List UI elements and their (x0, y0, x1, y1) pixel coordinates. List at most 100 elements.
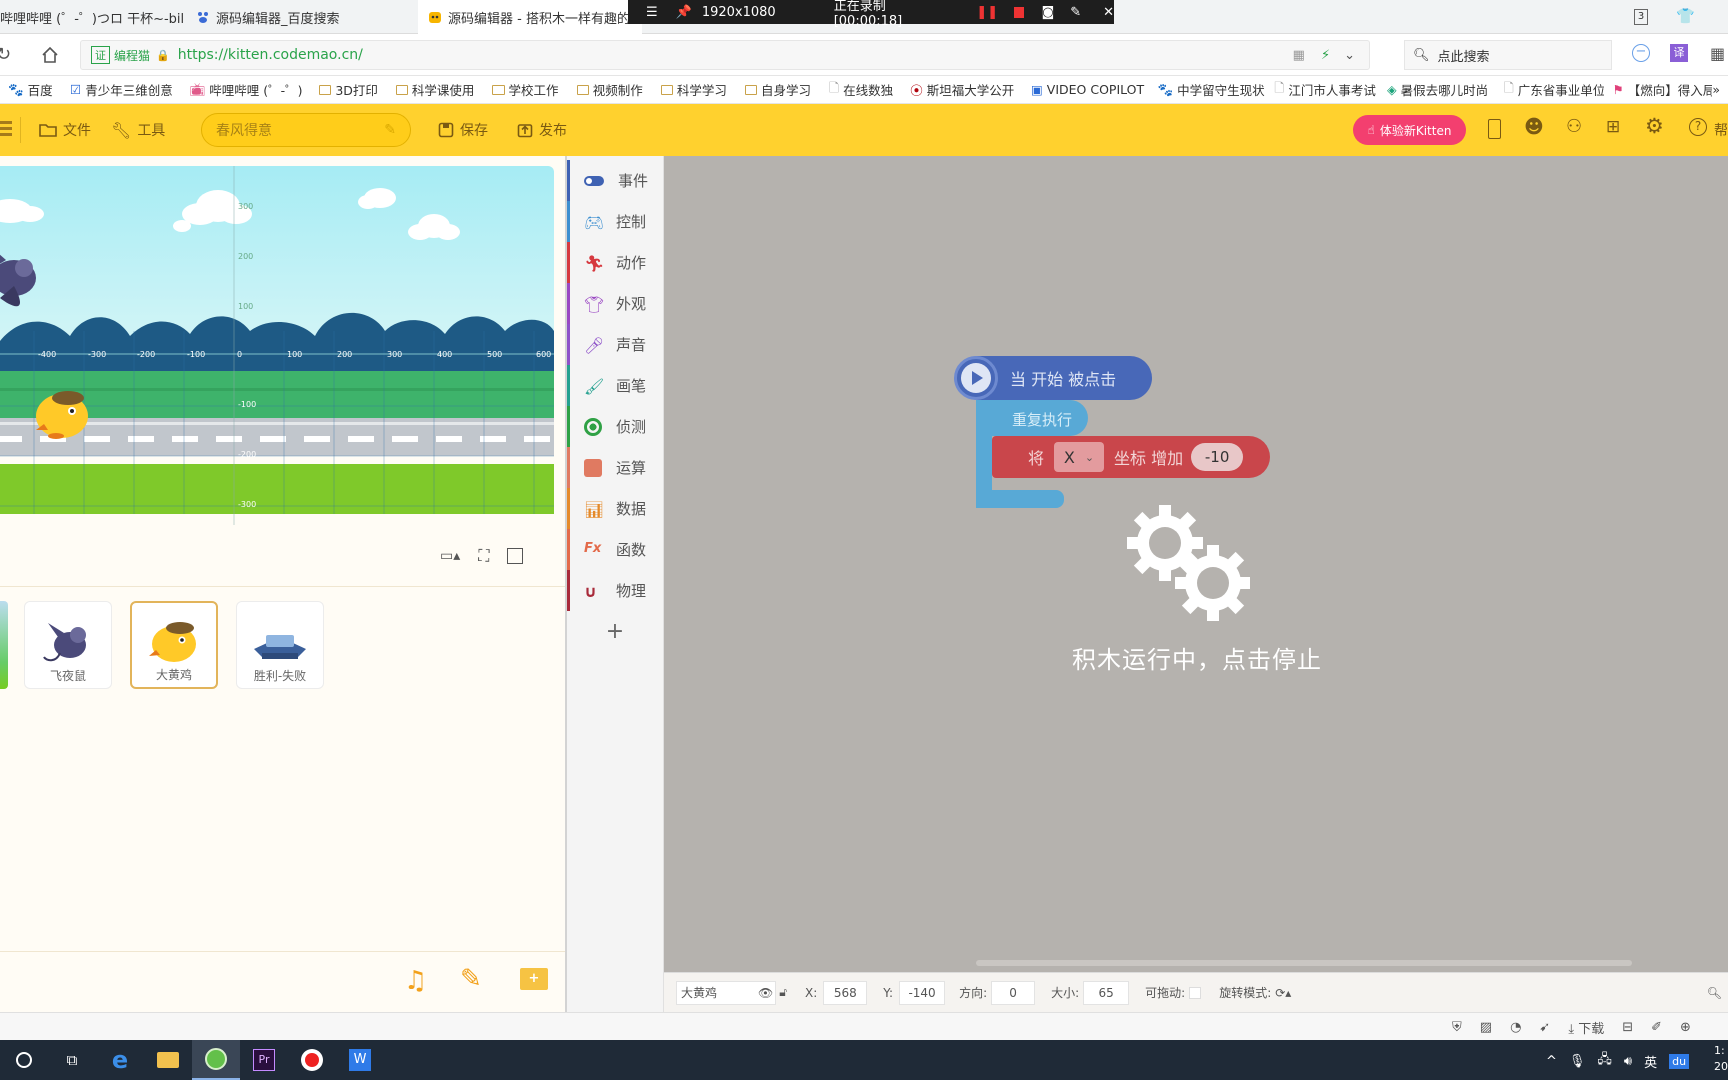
bookmark-item[interactable]: 🐾 中学留守生现状 (1149, 80, 1266, 99)
shield-icon[interactable]: ⛨ (1452, 1020, 1462, 1035)
zoom-out-icon[interactable]: 🔍︎ (1707, 986, 1722, 1000)
music-icon[interactable]: ♫ (404, 966, 427, 996)
running-stop-message[interactable]: 积木运行中，点击停止 (1072, 640, 1322, 675)
tab-baidu-search[interactable]: 源码编辑器_百度搜索 (186, 0, 414, 34)
bookmark-item[interactable]: 🗋 广东省事业单位 (1495, 79, 1604, 100)
category-operators[interactable]: 运算 (567, 447, 663, 488)
mic-icon[interactable]: 🎙︎ (1569, 1054, 1586, 1069)
gift-icon[interactable]: ⊞ (1606, 117, 1620, 137)
try-new-kitten-button[interactable]: ☝ 体验新Kitten (1353, 115, 1466, 145)
ime-indicator[interactable]: 英 (1644, 1052, 1657, 1071)
qr-icon[interactable]: ▦ (1293, 48, 1305, 63)
bookmark-item[interactable]: 📺︎ 哔哩哔哩 (゜-゜) (180, 80, 310, 99)
rotation-mode-dropdown[interactable]: ⟳▴ (1275, 986, 1291, 1000)
speed-icon[interactable]: ◔ (1510, 1020, 1521, 1035)
download-button[interactable]: ⤓ 下载 (1568, 1018, 1604, 1037)
pin-icon[interactable]: 📌 (676, 5, 692, 20)
url-box[interactable]: 证 编程猫 🔒 https://kitten.codemao.cn/ ▦ ⚡ ⌄ (80, 40, 1370, 70)
block-script[interactable]: 重复执行 当 开始 被点击 将 X ⌄ 坐标 增加 -10 (954, 356, 1270, 516)
translate-icon[interactable]: 译 (1670, 44, 1688, 62)
edge-button[interactable]: e (96, 1040, 144, 1080)
help-icon[interactable]: ? (1689, 118, 1707, 136)
shirt-icon[interactable]: 👕 (1676, 7, 1695, 25)
category-control[interactable]: 🎮︎ 控制 (567, 201, 663, 242)
axis-dropdown[interactable]: X ⌄ (1054, 442, 1105, 472)
bookmark-item[interactable]: 🗋 江门市人事考试 (1265, 79, 1378, 100)
category-sound[interactable]: 🎤︎ 声音 (567, 324, 663, 365)
file-menu-button[interactable]: 文件 (29, 120, 101, 140)
sprite-card[interactable]: 飞夜鼠 (24, 601, 112, 689)
category-functions[interactable]: Fx 函数 (567, 529, 663, 570)
background-thumb[interactable] (0, 601, 8, 689)
edit-icon[interactable]: ✐ (1651, 1020, 1662, 1035)
save-button[interactable]: 保存 (428, 120, 498, 140)
wps-button[interactable]: W (336, 1040, 384, 1080)
tools-menu-button[interactable]: 🔧︎ 工具 (101, 120, 175, 140)
running-gears-icon[interactable] (1120, 498, 1250, 628)
add-folder-icon[interactable]: + (520, 968, 548, 990)
tray-expand-icon[interactable]: ^ (1546, 1054, 1557, 1069)
kitten-face-icon[interactable]: ☻ (1524, 116, 1544, 138)
value-input[interactable]: -10 (1191, 443, 1244, 471)
close-recorder-icon[interactable]: ✕ (1103, 5, 1114, 20)
bookmark-folder[interactable]: 视频制作 (568, 80, 652, 99)
search-box[interactable]: 🔍︎ 点此搜索 (1404, 40, 1612, 70)
file-explorer-button[interactable] (144, 1040, 192, 1080)
reload-icon[interactable]: ↻ (0, 44, 11, 65)
x-field[interactable]: 568 (823, 980, 868, 1005)
help-label[interactable]: 帮 (1714, 120, 1728, 140)
grid-logo-icon[interactable] (0, 121, 12, 139)
chevron-down-icon[interactable]: ⌄ (1344, 48, 1355, 63)
apps-grid-icon[interactable]: ▦ (1710, 44, 1725, 63)
project-name-input[interactable]: 春风得意 ✎ (201, 113, 411, 147)
baidu-tray-icon[interactable]: du (1669, 1053, 1690, 1069)
tab-count-icon[interactable]: 3 (1634, 9, 1648, 25)
network-icon[interactable]: 🖧︎ (1597, 1050, 1612, 1072)
tab-codemao-editor[interactable]: 源码编辑器 - 搭积木一样有趣的 ✕ (418, 0, 642, 34)
more-bookmarks-icon[interactable]: » (1712, 82, 1720, 97)
bookmark-item[interactable]: ⦿ 斯坦福大学公开 (901, 80, 1022, 99)
task-view-button[interactable]: ⧉ (48, 1040, 96, 1080)
phone-icon[interactable] (1488, 119, 1501, 139)
home-icon[interactable] (40, 45, 60, 65)
unlock-icon[interactable]: 🔓︎ (779, 985, 787, 1000)
bookmark-item[interactable]: ☑ 青少年三维创意 (61, 80, 180, 99)
clock-date[interactable]: 202 (1714, 1059, 1728, 1075)
direction-field[interactable]: 0 (991, 980, 1036, 1005)
start-search-button[interactable] (0, 1040, 48, 1080)
code-workspace[interactable]: 重复执行 当 开始 被点击 将 X ⌄ 坐标 增加 -10 积木运行中，点击停止 (664, 156, 1728, 1012)
stop-icon[interactable] (1014, 6, 1024, 18)
tab-bilibili[interactable]: 哔哩哔哩 (゜-゜)つロ 干杯~-bili (0, 0, 183, 34)
bookmark-item[interactable]: 🗋 在线数独 (820, 79, 901, 100)
y-field[interactable]: -140 (899, 980, 946, 1005)
bookmark-folder[interactable]: 3D打印 (310, 80, 387, 99)
category-looks[interactable]: 👕︎ 外观 (567, 283, 663, 324)
add-category-button[interactable]: + (567, 611, 663, 651)
bookmark-item[interactable]: ▣ VIDEO COPILOT (1022, 82, 1149, 97)
bookmark-folder[interactable]: 科学学习 (652, 80, 736, 99)
bookmark-folder[interactable]: 学校工作 (483, 80, 567, 99)
bookmark-item[interactable]: ◈ 暑假去哪儿时尚 (1378, 80, 1495, 99)
stage-size-toggle-icon[interactable]: ▭▴ (440, 548, 460, 564)
category-sensing[interactable]: 侦测 (567, 406, 663, 447)
recorder-button[interactable] (288, 1040, 336, 1080)
bookmark-folder[interactable]: 科学课使用 (387, 80, 483, 99)
fullscreen-icon[interactable]: ⛶ (478, 546, 489, 566)
clock-time[interactable]: 1: (1714, 1043, 1728, 1059)
camera-icon[interactable]: ◙ (1042, 5, 1055, 20)
pause-icon[interactable]: ❚❚ (976, 5, 998, 20)
draggable-checkbox[interactable] (1189, 986, 1202, 999)
stage-canvas[interactable]: -400 -300 -200 -100 0 100 200 300 400 50… (0, 166, 554, 525)
sprite-card[interactable]: 胜利-失败 (236, 601, 324, 689)
category-data[interactable]: 📊︎ 数据 (567, 488, 663, 529)
paint-pencil-icon[interactable]: ✎ (460, 964, 482, 994)
share-nodes-icon[interactable]: ⚇ (1566, 116, 1582, 137)
category-events[interactable]: 事件 (567, 160, 663, 201)
image-icon[interactable]: ▨ (1480, 1020, 1492, 1035)
eye-icon[interactable]: 👁︎ (758, 986, 773, 1000)
rocket-icon[interactable]: ➹ (1539, 1020, 1550, 1035)
bookmark-item[interactable]: ⚑ 【燃向】得入局 (1604, 80, 1713, 99)
browser-taskbar-button[interactable] (192, 1040, 240, 1080)
zoom-icon[interactable]: ⊕ (1680, 1020, 1691, 1035)
publish-button[interactable]: 发布 (507, 120, 577, 140)
